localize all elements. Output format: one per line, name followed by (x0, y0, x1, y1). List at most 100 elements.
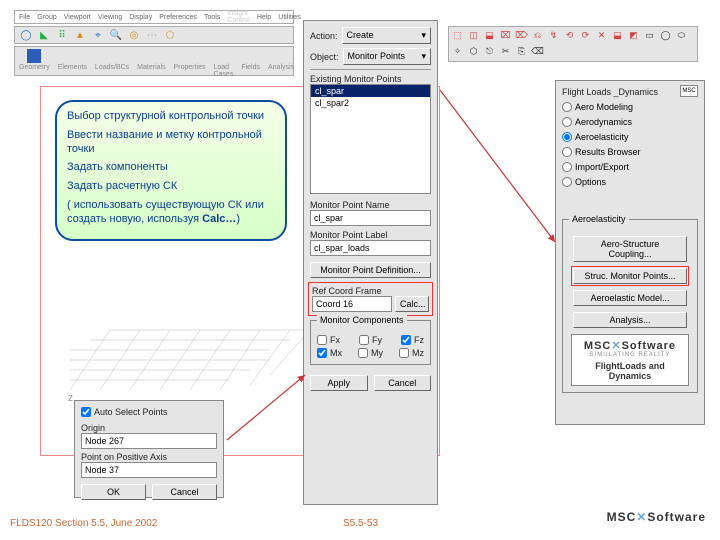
object-select[interactable]: Monitor Points▾ (343, 48, 431, 65)
toolbar-icon[interactable]: ⬠ (163, 28, 177, 42)
module-analysis[interactable]: Analysis (268, 49, 294, 71)
mp-label-input[interactable] (310, 240, 431, 256)
tool-icon[interactable]: ✧ (451, 45, 464, 58)
toolbar-icon[interactable]: ⌖ (91, 28, 105, 42)
tool-icon[interactable]: ⬡ (467, 45, 480, 58)
mp-definition-button[interactable]: Monitor Point Definition... (310, 262, 431, 278)
aero-structure-coupling-button[interactable]: Aero-Structure Coupling... (573, 236, 687, 262)
list-item[interactable]: cl_spar2 (311, 97, 430, 109)
toolbar-icon[interactable]: ⋯ (145, 28, 159, 42)
callout-line: Задать компоненты (67, 161, 275, 175)
tool-icon[interactable]: ↯ (547, 29, 560, 42)
radio-aerodynamics[interactable]: Aerodynamics (562, 114, 698, 129)
menu-insight[interactable]: Insight Control (225, 10, 252, 24)
fz-checkbox[interactable]: Fz (401, 335, 424, 345)
cancel-button[interactable]: Cancel (374, 375, 432, 391)
toolbar-icon[interactable]: ◯ (19, 28, 33, 42)
footer-logo: MSC✕Software (607, 510, 706, 524)
toolbar-main: ◯ ◣ ⠿ ▲ ⌖ 🔍 ◎ ⋯ ⬠ (14, 26, 294, 44)
menu-tools[interactable]: Tools (202, 14, 222, 21)
toolbar-icon[interactable]: 🔍 (109, 28, 123, 42)
aeroelastic-model-button[interactable]: Aeroelastic Model... (573, 290, 687, 306)
axis-input[interactable] (81, 462, 217, 478)
ok-button[interactable]: OK (81, 484, 146, 500)
action-select[interactable]: Create▾ (342, 27, 431, 44)
toolbar-modules: Geometry Elements Loads/BCs Materials Pr… (14, 46, 294, 76)
toolbar-icon[interactable]: ⠿ (55, 28, 69, 42)
tool-icon[interactable]: ⬓ (611, 29, 624, 42)
tool-icon[interactable]: ⟲ (563, 29, 576, 42)
tool-icon[interactable]: ⬭ (675, 29, 688, 42)
existing-monitor-points-list[interactable]: cl_spar cl_spar2 (310, 84, 431, 194)
tool-icon[interactable]: ⟳ (579, 29, 592, 42)
ref-frame-label: Ref Coord Frame (312, 286, 429, 296)
tool-icon[interactable]: ⬓ (483, 29, 496, 42)
tool-icon[interactable]: ⎌ (531, 29, 544, 42)
list-item[interactable]: cl_spar (311, 85, 430, 97)
module-loadcases[interactable]: Load Cases (213, 49, 233, 78)
module-elements[interactable]: Elements (58, 49, 87, 71)
tool-icon[interactable]: ⬚ (451, 29, 464, 42)
module-loads[interactable]: Loads/BCs (95, 49, 129, 71)
tool-icon[interactable]: ⌦ (515, 29, 528, 42)
fx-checkbox[interactable]: Fx (317, 335, 340, 345)
mz-checkbox[interactable]: Mz (399, 348, 424, 358)
menu-utilities[interactable]: Utilities (276, 14, 303, 21)
cancel-button[interactable]: Cancel (152, 484, 217, 500)
module-fields[interactable]: Fields (241, 49, 260, 71)
panel-title: Flight Loads _Dynamics (562, 87, 658, 97)
tool-icon[interactable]: ⌧ (499, 29, 512, 42)
menu-group[interactable]: Group (35, 14, 58, 21)
wireframe-grid (70, 290, 310, 390)
callout-line: Ввести название и метку контрольной точк… (67, 129, 275, 157)
menu-viewport[interactable]: Viewport (62, 14, 93, 21)
toolbar-secondary: ⬚ ◫ ⬓ ⌧ ⌦ ⎌ ↯ ⟲ ⟳ ✕ ⬓ ◩ ▭ ◯ ⬭ ✧ ⬡ ⎋ ✂ ⎘ … (448, 26, 698, 62)
my-checkbox[interactable]: My (358, 348, 383, 358)
auto-select-checkbox[interactable]: Auto Select Points (81, 407, 168, 417)
struc-monitor-points-button[interactable]: Struc. Monitor Points... (573, 268, 687, 284)
origin-label: Origin (81, 423, 217, 433)
flight-loads-panel: Flight Loads _Dynamics MSC Aero Modeling… (555, 80, 705, 425)
tool-icon[interactable]: ◯ (659, 29, 672, 42)
tool-icon[interactable]: ✕ (595, 29, 608, 42)
tool-icon[interactable]: ✂ (499, 45, 512, 58)
monitor-points-panel: Action: Create▾ Object: Monitor Points▾ … (303, 20, 438, 505)
origin-input[interactable] (81, 433, 217, 449)
menu-help[interactable]: Help (255, 14, 273, 21)
toolbar-icon[interactable]: ▲ (73, 28, 87, 42)
existing-label: Existing Monitor Points (310, 74, 431, 84)
toolbar-icon[interactable]: ◣ (37, 28, 51, 42)
tool-icon[interactable]: ⎘ (515, 45, 528, 58)
tool-icon[interactable]: ⌫ (531, 45, 544, 58)
radio-aero-modeling[interactable]: Aero Modeling (562, 99, 698, 114)
ref-frame-input[interactable] (312, 296, 392, 312)
radio-aeroelasticity[interactable]: Aeroelasticity (562, 129, 698, 144)
menu-file[interactable]: File (17, 14, 32, 21)
menu-viewing[interactable]: Viewing (96, 14, 124, 21)
aeroelasticity-group: Aeroelasticity Aero-Structure Coupling..… (562, 219, 698, 393)
menubar[interactable]: File Group Viewport Viewing Display Pref… (14, 10, 294, 24)
module-materials[interactable]: Materials (137, 49, 165, 71)
radio-results-browser[interactable]: Results Browser (562, 144, 698, 159)
radio-import-export[interactable]: Import/Export (562, 159, 698, 174)
calc-button[interactable]: Calc... (395, 296, 429, 312)
tool-icon[interactable]: ◫ (467, 29, 480, 42)
mp-name-label: Monitor Point Name (310, 200, 431, 210)
mp-name-input[interactable] (310, 210, 431, 226)
fy-checkbox[interactable]: Fy (359, 335, 382, 345)
mx-checkbox[interactable]: Mx (317, 348, 342, 358)
module-properties[interactable]: Properties (174, 49, 206, 71)
chevron-down-icon: ▾ (421, 30, 426, 41)
analysis-button[interactable]: Analysis... (573, 312, 687, 328)
toolbar-icon[interactable]: ◎ (127, 28, 141, 42)
tool-icon[interactable]: ⎋ (483, 45, 496, 58)
menu-preferences[interactable]: Preferences (157, 14, 199, 21)
footer-left: FLDS120 Section 5.5, June 2002 (10, 518, 157, 529)
module-geometry[interactable]: Geometry (19, 49, 50, 71)
tool-icon[interactable]: ▭ (643, 29, 656, 42)
tool-icon[interactable]: ◩ (627, 29, 640, 42)
apply-button[interactable]: Apply (310, 375, 368, 391)
radio-options[interactable]: Options (562, 174, 698, 189)
msc-badge: MSC (680, 85, 698, 97)
menu-display[interactable]: Display (127, 14, 154, 21)
